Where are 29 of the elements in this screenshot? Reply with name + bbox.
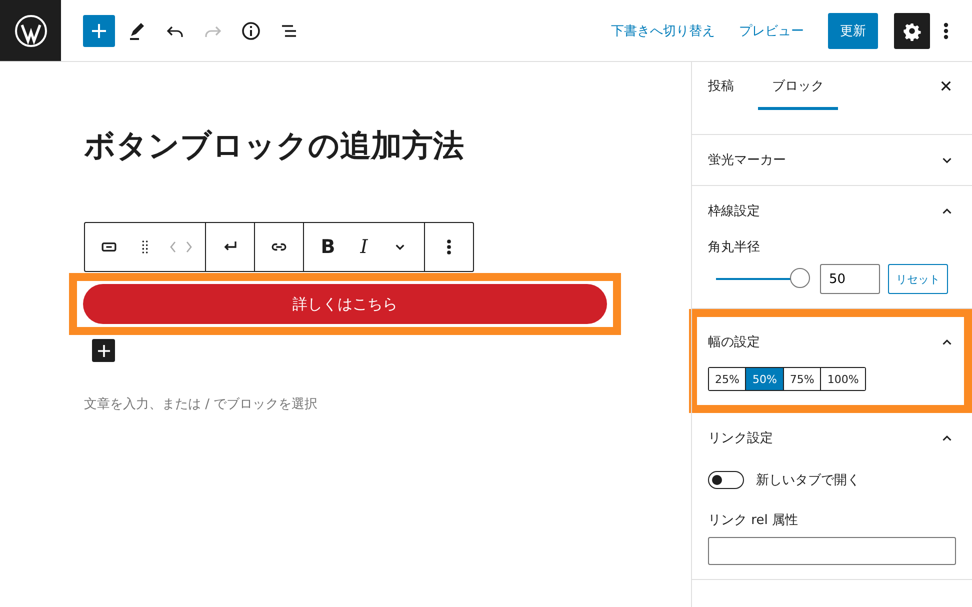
post-title[interactable]: ボタンブロックの追加方法: [84, 126, 691, 166]
paragraph-placeholder[interactable]: 文章を入力、または / でブロックを選択: [84, 395, 691, 413]
slider-thumb[interactable]: [790, 268, 810, 288]
update-button[interactable]: 更新: [828, 12, 878, 48]
settings-icon: [902, 20, 922, 40]
settings-button[interactable]: [894, 12, 930, 48]
header-link[interactable]: プレビュー: [739, 22, 804, 40]
sidebar-tab[interactable]: 投稿: [708, 62, 746, 110]
panel-title[interactable]: リンク設定: [708, 429, 773, 447]
header-link[interactable]: 下書きへ切り替え: [611, 22, 715, 40]
content-button[interactable]: 詳しくはこちら: [83, 284, 607, 324]
plus-icon: [96, 344, 110, 358]
field-label: 角丸半径: [708, 239, 761, 256]
sidebar-tab[interactable]: ブロック: [758, 62, 838, 110]
field-label: リンク rel 属性: [708, 512, 799, 529]
bold-button[interactable]: B: [310, 223, 346, 271]
number-field[interactable]: 50: [820, 264, 880, 294]
panel-title[interactable]: 蛍光マーカー: [708, 151, 786, 169]
panel-title[interactable]: 枠線設定: [708, 202, 760, 220]
text-field[interactable]: [708, 537, 956, 565]
toggle-label: 新しいタブで開く: [756, 472, 860, 489]
add-block-button[interactable]: [92, 339, 115, 362]
width-option[interactable]: 25%: [709, 368, 746, 390]
wordpress-logo: [0, 0, 61, 61]
italic-button[interactable]: I: [346, 223, 382, 271]
panel-title[interactable]: 幅の設定: [708, 333, 760, 351]
toggle-switch[interactable]: [708, 471, 744, 489]
reset-button[interactable]: リセット: [888, 264, 948, 294]
width-option[interactable]: 50%: [746, 368, 784, 390]
